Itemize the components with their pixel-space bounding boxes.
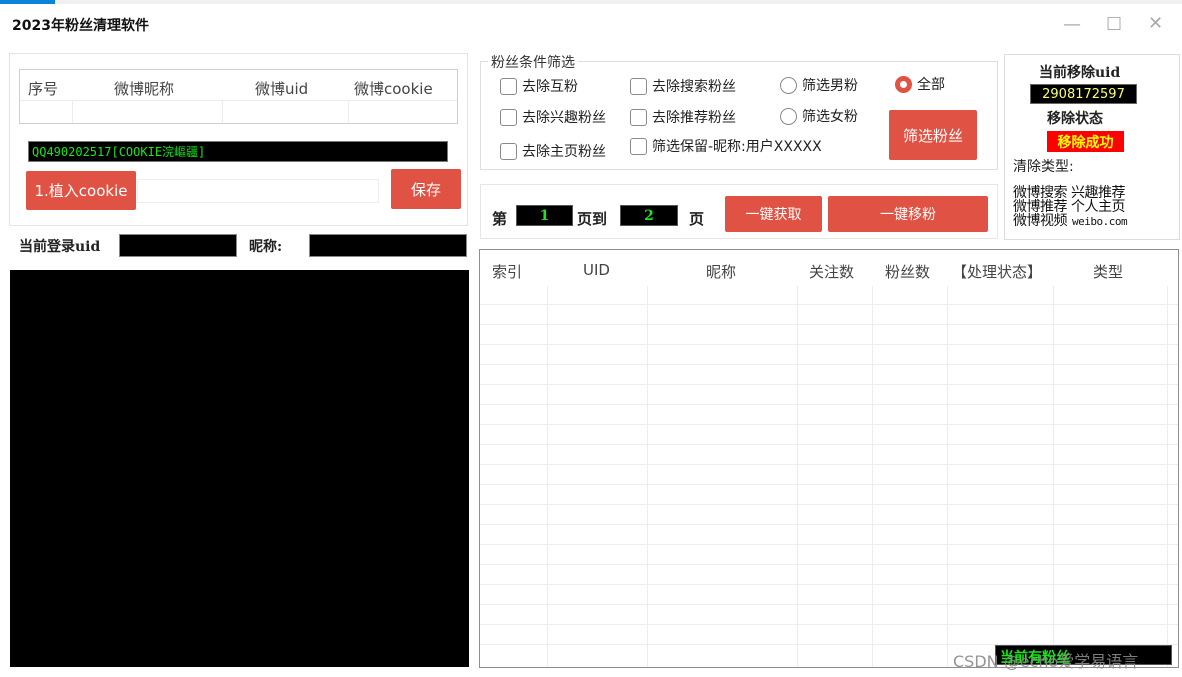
remove-homepage-checkbox[interactable]: 去除主页粉丝 — [500, 141, 606, 161]
grid-row-line — [480, 444, 1178, 445]
remove-interest-checkbox[interactable]: 去除兴趣粉丝 — [500, 107, 606, 127]
clear-type-line1: 微博搜索 兴趣推荐 — [1013, 185, 1125, 201]
cookie-col-uid: 微博uid — [255, 80, 309, 98]
radio-circle — [780, 107, 797, 125]
grid-row-line — [480, 384, 1178, 385]
maximize-button[interactable]: ☐ — [1106, 14, 1122, 35]
grid-row-line — [480, 324, 1178, 325]
filter-male-radio[interactable]: 筛选男粉 — [780, 75, 858, 95]
window-title: 2023年粉丝清理软件 — [12, 18, 149, 34]
checkbox-box — [630, 108, 647, 126]
grid-row-line — [480, 584, 1178, 585]
page-to-input[interactable]: 2 — [620, 205, 678, 226]
grid-row-line — [480, 464, 1178, 465]
remove-mutual-label: 去除互粉 — [522, 79, 578, 95]
keep-nickname-label: 筛选保留-昵称:用户XXXXX — [652, 139, 822, 155]
cookie-table[interactable]: 序号 微博昵称 微博uid 微博cookie — [19, 69, 458, 124]
fetch-one-click-button[interactable]: 一键获取 — [725, 196, 822, 232]
grid-row-line — [480, 544, 1178, 545]
checkbox-box — [630, 77, 647, 95]
radio-circle-selected — [895, 75, 912, 93]
log-console — [10, 270, 469, 667]
col-status: 【处理状态】 — [952, 263, 1043, 281]
remove-recommend-checkbox[interactable]: 去除推荐粉丝 — [630, 107, 736, 127]
current-uid-value: 2908172597 — [1030, 84, 1137, 104]
grid-row-line — [480, 624, 1178, 625]
all-radio[interactable]: 全部 — [895, 74, 945, 94]
grid-row-line — [480, 504, 1178, 505]
remove-homepage-label: 去除主页粉丝 — [522, 144, 606, 160]
page-mid-label: 页到 — [577, 210, 608, 228]
cookie-col-cookie: 微博cookie — [354, 80, 433, 98]
remove-interest-label: 去除兴趣粉丝 — [522, 110, 606, 126]
page-suffix-label: 页 — [689, 210, 705, 228]
grid-row-line — [480, 364, 1178, 365]
cookie-extra-field[interactable] — [137, 179, 379, 203]
result-table[interactable]: 索引 UID 昵称 关注数 粉丝数 【处理状态】 类型 — [479, 249, 1179, 668]
filter-fans-button[interactable]: 筛选粉丝 — [889, 110, 977, 160]
filter-female-radio[interactable]: 筛选女粉 — [780, 106, 858, 126]
radio-circle — [780, 76, 797, 94]
site-label: weibo.com — [1072, 215, 1128, 228]
cookie-table-col-line — [72, 100, 73, 123]
cookie-table-col-line — [348, 100, 349, 123]
col-uid: UID — [583, 261, 610, 279]
import-cookie-button[interactable]: 1.植入cookie — [26, 171, 136, 210]
grid-row-line — [480, 604, 1178, 605]
cookie-input[interactable]: QQ490202517[COOKIE浣嶇疆] — [28, 141, 448, 162]
all-label: 全部 — [917, 77, 945, 93]
page-from-input[interactable]: 1 — [516, 205, 573, 226]
current-uid-label: 当前移除uid — [1039, 65, 1121, 81]
col-index: 索引 — [492, 263, 523, 281]
grid-row-line — [480, 564, 1178, 565]
login-uid-field[interactable] — [119, 234, 237, 257]
csdn-watermark: CSDN @echo爱学易语言 — [953, 652, 1139, 671]
clear-type-line2: 微博推荐 个人主页 — [1013, 199, 1125, 215]
col-nickname: 昵称 — [706, 263, 737, 281]
remove-search-label: 去除搜索粉丝 — [652, 79, 736, 95]
grid-row-line — [480, 524, 1178, 525]
filter-female-label: 筛选女粉 — [802, 109, 858, 125]
login-uid-label: 当前登录uid — [19, 239, 101, 255]
cookie-table-divider — [20, 100, 457, 101]
grid-row-line — [480, 304, 1178, 305]
window-top-strip — [0, 0, 1182, 4]
checkbox-box — [630, 137, 647, 155]
remove-recommend-label: 去除推荐粉丝 — [652, 110, 736, 126]
active-tab-indicator — [0, 0, 55, 4]
grid-row-line — [480, 484, 1178, 485]
keep-nickname-checkbox[interactable]: 筛选保留-昵称:用户XXXXX — [630, 136, 822, 156]
checkbox-box — [500, 77, 517, 95]
remove-search-checkbox[interactable]: 去除搜索粉丝 — [630, 76, 736, 96]
login-nick-label: 昵称: — [249, 239, 283, 255]
grid-row-line — [480, 404, 1178, 405]
filter-male-label: 筛选男粉 — [802, 78, 858, 94]
col-fans-count: 粉丝数 — [885, 263, 931, 281]
checkbox-box — [500, 108, 517, 126]
minimize-button[interactable]: — — [1063, 14, 1081, 35]
cookie-table-col-line — [222, 100, 223, 123]
save-button[interactable]: 保存 — [391, 169, 461, 209]
col-follow-count: 关注数 — [809, 263, 855, 281]
clear-type-line3-row: 微博视频 weibo.com — [1013, 214, 1178, 229]
remove-mutual-checkbox[interactable]: 去除互粉 — [500, 76, 578, 96]
cookie-col-index: 序号 — [28, 80, 59, 98]
state-label: 移除状态 — [1047, 111, 1103, 127]
result-grid — [480, 286, 1178, 667]
checkbox-box — [500, 142, 517, 160]
cookie-col-nickname: 微博昵称 — [114, 80, 175, 98]
grid-row-line — [480, 344, 1178, 345]
clear-type-line3: 微博视频 — [1013, 213, 1068, 229]
state-value-badge: 移除成功 — [1047, 131, 1124, 152]
close-button[interactable]: ✕ — [1148, 13, 1163, 34]
clear-type-label: 清除类型: — [1013, 159, 1074, 175]
filter-group-title: 粉丝条件筛选 — [488, 52, 578, 72]
grid-row-line — [480, 424, 1178, 425]
page-prefix-label: 第 — [492, 210, 508, 228]
login-nick-field[interactable] — [309, 234, 467, 257]
remove-one-click-button[interactable]: 一键移粉 — [828, 196, 988, 232]
col-type: 类型 — [1093, 263, 1124, 281]
clear-type-list: 微博搜索 兴趣推荐 微博推荐 个人主页 微博视频 weibo.com — [1013, 186, 1178, 229]
